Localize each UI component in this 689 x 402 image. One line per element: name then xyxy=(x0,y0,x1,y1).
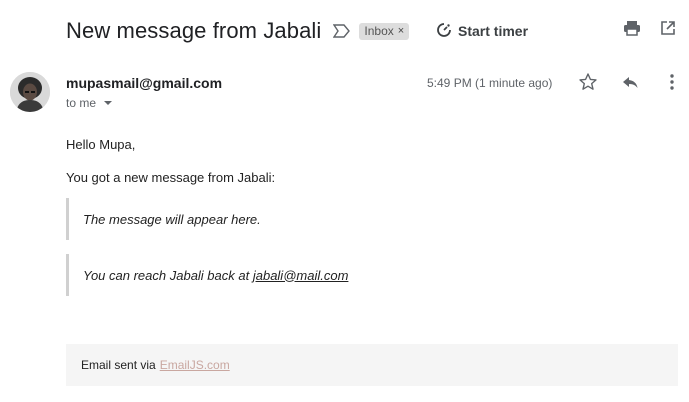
more-vertical-icon[interactable] xyxy=(662,72,682,92)
start-timer-button[interactable]: Start timer xyxy=(436,15,528,47)
reach-back-quote: You can reach Jabali back at jabali@mail… xyxy=(66,254,626,296)
reach-back-prefix: You can reach Jabali back at xyxy=(83,267,253,283)
reply-icon[interactable] xyxy=(620,72,640,92)
sender-email: mupasmail@gmail.com xyxy=(66,75,223,91)
reach-back-text: You can reach Jabali back at jabali@mail… xyxy=(83,268,348,283)
start-timer-label: Start timer xyxy=(458,23,529,39)
intro-text: You got a new message from Jabali: xyxy=(66,170,276,185)
message-quote: The message will appear here. xyxy=(66,198,626,240)
message-actions xyxy=(578,72,682,92)
star-icon[interactable] xyxy=(578,72,598,92)
print-icon[interactable] xyxy=(623,19,641,37)
reach-back-email-link[interactable]: jabali@mail.com xyxy=(253,268,349,283)
footer-prefix: Email sent via xyxy=(81,358,156,372)
timer-icon xyxy=(436,22,452,41)
greeting-text: Hello Mupa, xyxy=(66,137,136,152)
timer-container: Start timer xyxy=(0,15,689,47)
message-text: The message will appear here. xyxy=(83,211,261,227)
emailjs-link[interactable]: EmailJS.com xyxy=(160,358,230,372)
top-actions xyxy=(623,19,677,37)
message-timestamp: 5:49 PM (1 minute ago) xyxy=(427,76,553,90)
email-footer: Email sent via EmailJS.com xyxy=(66,344,678,386)
sender-avatar[interactable] xyxy=(10,72,50,112)
recipient-details-toggle[interactable]: to me xyxy=(66,96,113,110)
open-in-new-window-icon[interactable] xyxy=(659,19,677,37)
recipient-label: to me xyxy=(66,96,97,110)
chevron-down-icon xyxy=(104,101,113,105)
